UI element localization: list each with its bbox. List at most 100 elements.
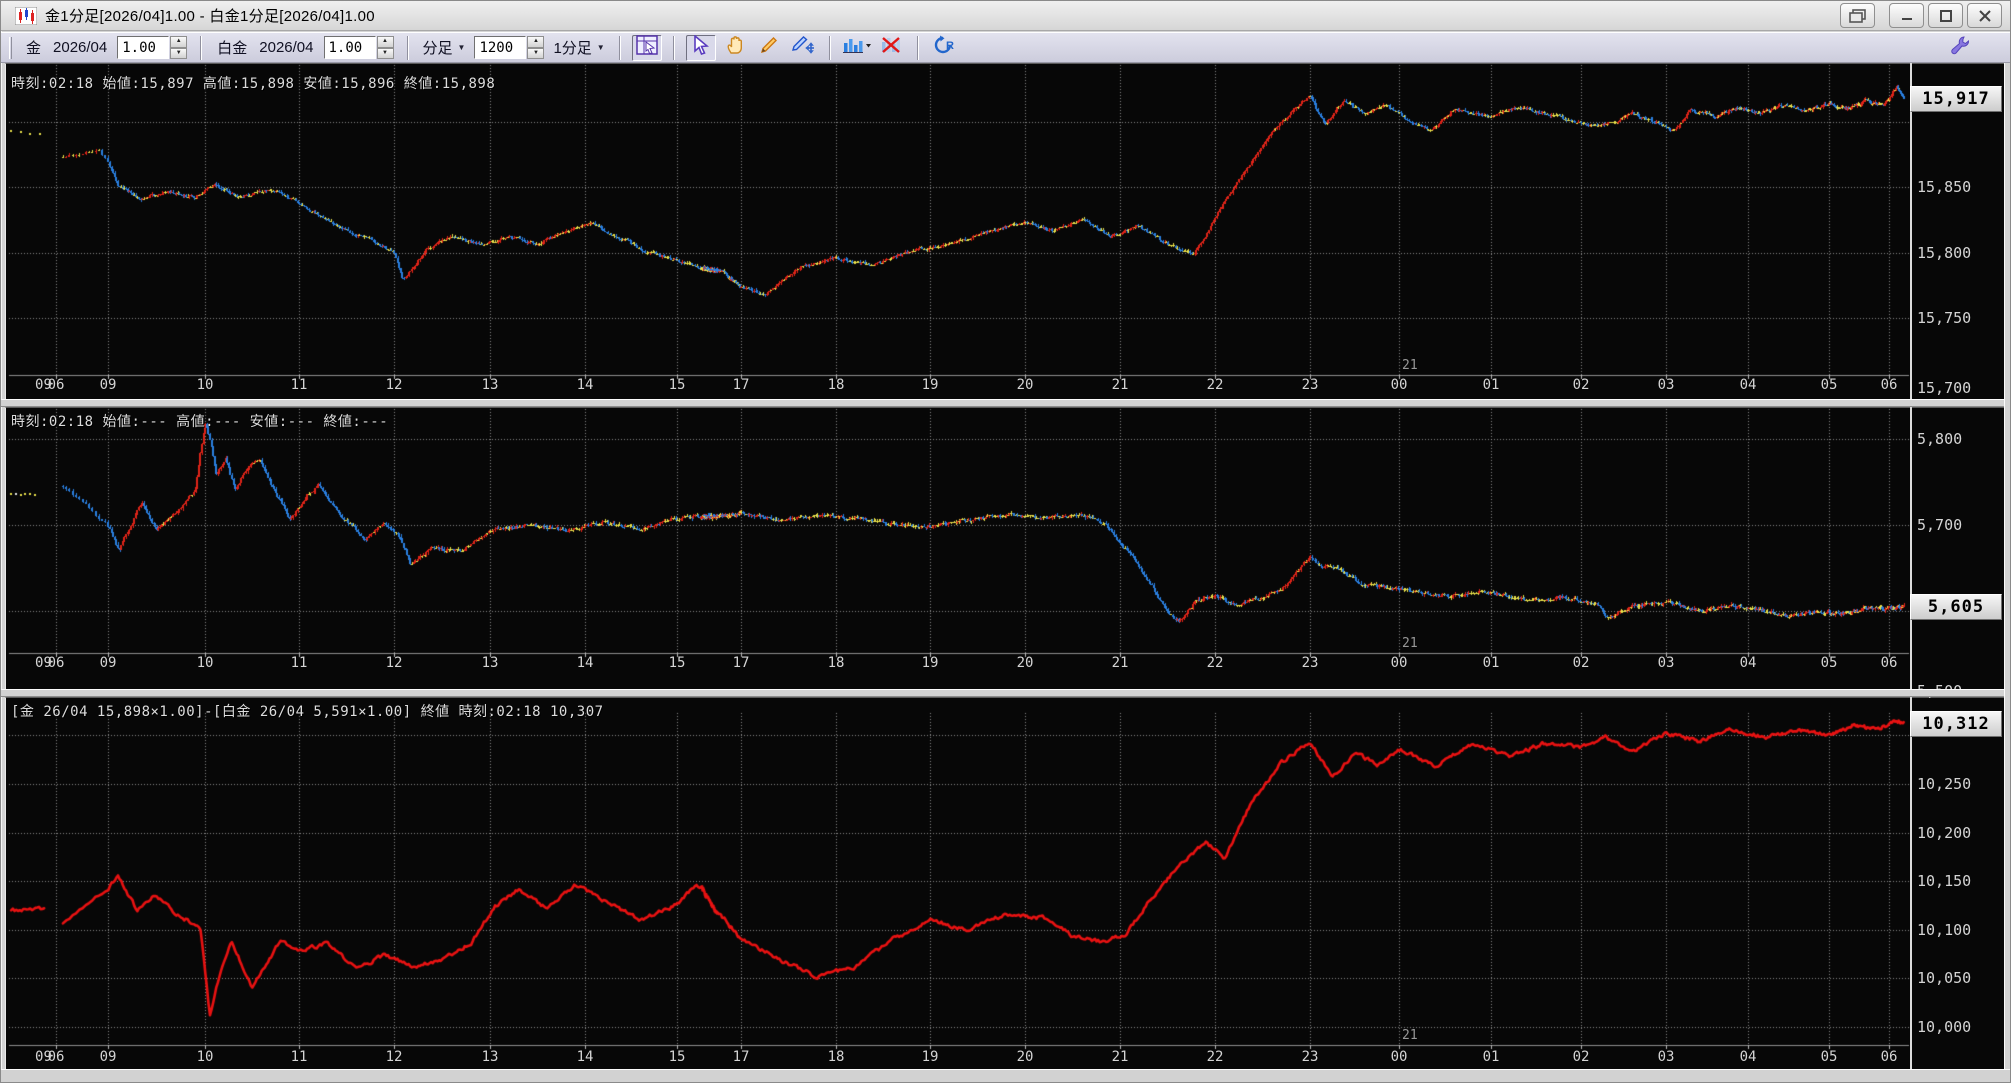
- chart-type-button[interactable]: [842, 35, 872, 61]
- settings-wrench-button[interactable]: [1946, 35, 1976, 61]
- x-axis-tick-label: 13: [482, 655, 499, 671]
- spin-down-icon[interactable]: ▼: [170, 48, 187, 60]
- x-axis-tick-label: 19: [922, 655, 939, 671]
- x-axis-tick-label: 09: [100, 1049, 117, 1065]
- pan-hand-icon: [725, 35, 745, 60]
- x-axis-tick-label: 06: [1881, 655, 1898, 671]
- select-cursor-icon: [691, 35, 711, 60]
- platinum-multiplier-value[interactable]: 1.00: [324, 36, 376, 59]
- x-axis-tick-label: 17: [733, 377, 750, 393]
- x-axis-tick-label: 06: [48, 377, 65, 393]
- x-axis-tick-label: 03: [1658, 377, 1675, 393]
- x-axis-tick-label: 13: [482, 1049, 499, 1065]
- pane-separator[interactable]: [1, 689, 2011, 697]
- last-price-badge: 15,917: [1910, 86, 2002, 112]
- x-axis-tick-label: 09: [100, 655, 117, 671]
- x-axis-tick-label: 14: [577, 377, 594, 393]
- quote-board-button[interactable]: [632, 35, 662, 61]
- wrench-icon: [1950, 35, 1972, 60]
- x-axis-tick-label: 19: [922, 377, 939, 393]
- interval-dropdown[interactable]: 1分足 ▼: [553, 37, 604, 58]
- chevron-down-icon: ▼: [597, 43, 605, 52]
- x-axis-tick-label: 01: [1483, 1049, 1500, 1065]
- x-axis-tick-label: 06: [1881, 377, 1898, 393]
- y-axis-tick-label: 10,250: [1917, 775, 1971, 793]
- x-axis-tick-label: 20: [1017, 655, 1034, 671]
- spin-up-icon[interactable]: ▲: [377, 36, 394, 48]
- toolbar-grip[interactable]: [9, 37, 12, 59]
- bar-type-label: 分足: [423, 37, 453, 58]
- toolbar-separator: [619, 36, 621, 60]
- pan-hand-button[interactable]: [720, 35, 750, 61]
- pane-info-gold-candles: 時刻:02:18 始値:15,897 高値:15,898 安値:15,896 終…: [11, 73, 495, 93]
- window-right-border: [2004, 63, 2011, 1069]
- pane-separator[interactable]: [1, 399, 2011, 407]
- pencil-icon: [759, 35, 779, 60]
- x-axis-tick-label: 06: [48, 655, 65, 671]
- platinum-multiplier-spinner[interactable]: 1.00 ▲▼: [324, 36, 394, 59]
- spin-down-icon[interactable]: ▼: [377, 48, 394, 60]
- date-label: 21: [1402, 1028, 1418, 1043]
- x-axis-tick-label: 15: [669, 655, 686, 671]
- x-axis-tick-label: 03: [1658, 655, 1675, 671]
- svg-text:R: R: [946, 40, 954, 52]
- last-price-badge: 5,605: [1910, 594, 2002, 620]
- axis-divider: [1910, 63, 1912, 399]
- date-label: 21: [1402, 358, 1418, 373]
- x-axis-tick-label: 21: [1112, 377, 1129, 393]
- x-axis-tick-label: 02: [1573, 1049, 1590, 1065]
- platinum-month-label: 2026/04: [259, 39, 313, 56]
- x-axis-tick-label: 05: [1821, 377, 1838, 393]
- chart-pane-gold-candles[interactable]: [5, 63, 2004, 399]
- pane-info-platinum-candles: 時刻:02:18 始値:--- 高値:--- 安値:--- 終値:---: [11, 411, 388, 431]
- maximize-button[interactable]: [1928, 3, 1963, 28]
- platinum-label: 白金: [217, 37, 247, 58]
- x-axis-tick-label: 23: [1302, 377, 1319, 393]
- toolbar-separator: [200, 36, 202, 60]
- gold-label: 金: [26, 37, 41, 58]
- x-axis-tick-label: 11: [291, 655, 308, 671]
- axis-divider: [1910, 407, 1912, 689]
- spin-up-icon[interactable]: ▲: [170, 36, 187, 48]
- spin-up-icon[interactable]: ▲: [527, 36, 544, 48]
- x-axis-tick-label: 01: [1483, 655, 1500, 671]
- bar-type-dropdown[interactable]: 分足 ▼: [423, 37, 466, 58]
- bar-count-value[interactable]: 1200: [474, 36, 526, 59]
- toolbar: 金 2026/04 1.00 ▲▼ 白金 2026/04 1.00 ▲▼ 分足 …: [1, 32, 2011, 63]
- pencil-button[interactable]: [754, 35, 784, 61]
- chart-type-icon: [842, 35, 872, 60]
- x-axis-tick-label: 22: [1207, 1049, 1224, 1065]
- x-axis-tick-label: 13: [482, 377, 499, 393]
- x-axis-tick-label: 02: [1573, 377, 1590, 393]
- close-button[interactable]: [1967, 3, 2002, 28]
- gold-multiplier-spinner[interactable]: 1.00 ▲▼: [117, 36, 187, 59]
- x-axis-tick-label: 10: [197, 377, 214, 393]
- spin-down-icon[interactable]: ▼: [527, 48, 544, 60]
- gold-multiplier-value[interactable]: 1.00: [117, 36, 169, 59]
- refresh-button[interactable]: R: [930, 35, 960, 61]
- x-axis-tick-label: 09: [100, 377, 117, 393]
- select-cursor-button[interactable]: [686, 35, 716, 61]
- y-axis-tick-label: 10,200: [1917, 824, 1971, 842]
- chart-delete-button[interactable]: [876, 35, 906, 61]
- x-axis-tick-label: 17: [733, 655, 750, 671]
- x-axis-tick-label: 20: [1017, 377, 1034, 393]
- x-axis-tick-label: 00: [1391, 655, 1408, 671]
- x-axis-tick-label: 04: [1740, 1049, 1757, 1065]
- chart-pane-platinum-candles[interactable]: [5, 407, 2004, 689]
- gold-month-label: 2026/04: [53, 39, 107, 56]
- y-axis-tick-label: 10,100: [1917, 921, 1971, 939]
- minimize-button[interactable]: [1889, 3, 1924, 28]
- x-axis-tick-label: 03: [1658, 1049, 1675, 1065]
- titlebar: 金1分足[2026/04]1.00 - 白金1分足[2026/04]1.00: [1, 1, 2011, 31]
- y-axis-tick-label: 15,700: [1917, 379, 1971, 397]
- cascade-windows-button[interactable]: [1840, 3, 1875, 28]
- x-axis-tick-label: 05: [1821, 655, 1838, 671]
- x-axis-tick-label: 12: [386, 377, 403, 393]
- trendline-pen-button[interactable]: [788, 35, 818, 61]
- chart-pane-spread-line[interactable]: [5, 697, 2004, 1069]
- x-axis-tick-label: 21: [1112, 1049, 1129, 1065]
- last-price-badge: 10,312: [1910, 711, 2002, 737]
- bar-count-spinner[interactable]: 1200 ▲▼: [474, 36, 544, 59]
- pane-info-spread-line: [金 26/04 15,898×1.00]-[白金 26/04 5,591×1.…: [11, 701, 604, 721]
